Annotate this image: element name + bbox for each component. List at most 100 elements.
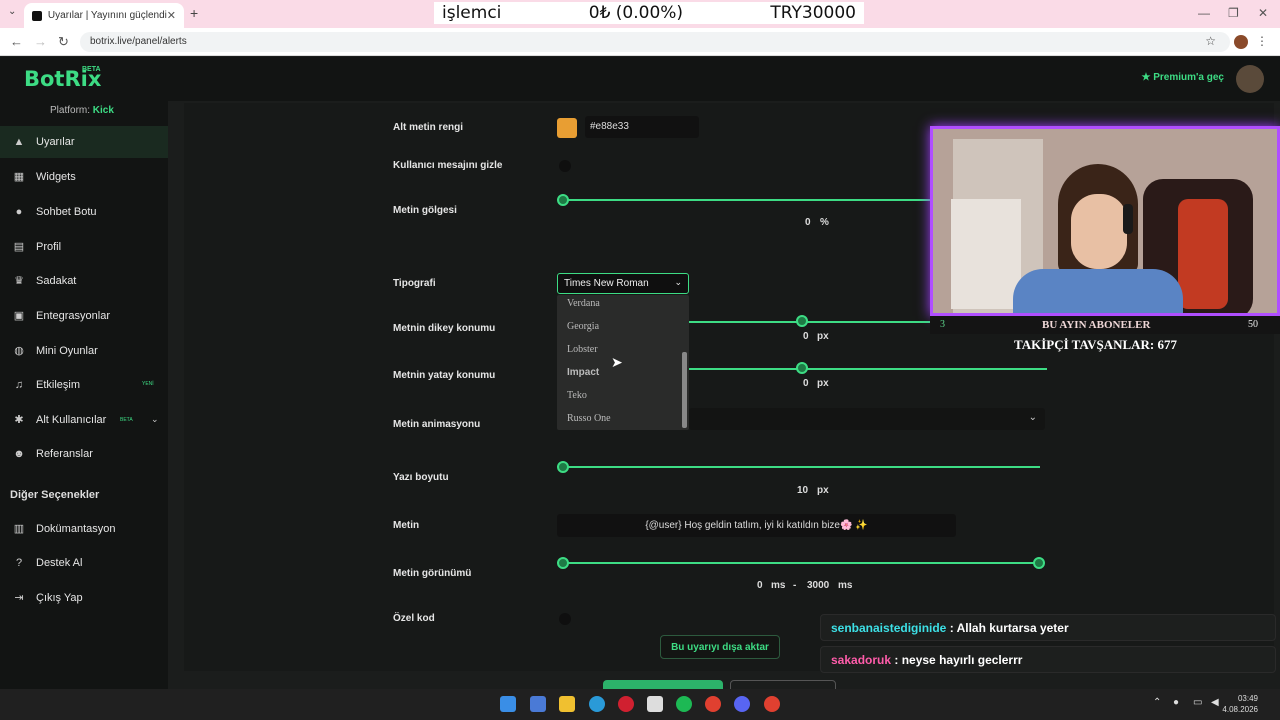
sidebar-item-etkilesim[interactable]: ♫ Etkileşim YENİ: [0, 369, 168, 401]
export-alert-button[interactable]: Bu uyarıyı dışa aktar: [660, 635, 780, 659]
font-size-slider-handle[interactable]: [557, 461, 569, 473]
font-size-slider-track[interactable]: [563, 466, 1040, 468]
sidebar-item-dokumantasyon[interactable]: ▥ Dokümantasyon: [0, 513, 168, 545]
minimize-icon[interactable]: —: [1198, 6, 1210, 20]
integration-icon: ▣: [13, 310, 25, 322]
premium-link[interactable]: ★ Premium'a geç: [1142, 72, 1225, 83]
start-icon[interactable]: [500, 696, 516, 712]
user-avatar[interactable]: [1236, 65, 1264, 93]
streamer-face: [1071, 194, 1127, 269]
tab-title: Uyarılar | Yayınını güçlendirme: [47, 10, 167, 21]
font-option[interactable]: Verdana: [567, 298, 600, 309]
network-icon[interactable]: ▭: [1193, 697, 1202, 708]
animation-select[interactable]: ⌄: [689, 408, 1045, 430]
sidebar-item-alt-kullanicilar[interactable]: ✱ Alt Kullanıcılar BETA ⌄: [0, 404, 168, 436]
sidebar-item-widgets[interactable]: ▦ Widgets: [0, 161, 168, 193]
shadow-slider-handle[interactable]: [557, 194, 569, 206]
platform-label: Platform:: [50, 105, 91, 116]
premium-label: Premium'a geç: [1153, 72, 1224, 83]
text-input[interactable]: {@user} Hoş geldin tatlım, iyi ki katıld…: [557, 514, 956, 537]
browser-tab[interactable]: Uyarılar | Yayınını güçlendirme ✕: [24, 3, 184, 28]
font-option[interactable]: Impact: [567, 367, 599, 378]
dropdown-scrollbar[interactable]: [682, 352, 687, 428]
discord-icon[interactable]: [734, 696, 750, 712]
spotify-icon[interactable]: [676, 696, 692, 712]
appear-to-unit: ms: [838, 580, 853, 591]
favicon-icon: [32, 10, 42, 21]
opera-icon[interactable]: [618, 696, 634, 712]
sidebar-item-uyarilar[interactable]: ▲ Uyarılar: [0, 126, 168, 158]
horizontal-slider-handle[interactable]: [796, 362, 808, 374]
forward-icon[interactable]: →: [34, 34, 47, 49]
sidebar-item-label: Çıkış Yap: [36, 592, 83, 604]
sidebar-item-label: Etkileşim: [36, 379, 81, 391]
appear-slider-start-handle[interactable]: [557, 557, 569, 569]
color-swatch[interactable]: [557, 118, 577, 138]
ticker-overlay: işlemci 0₺ (0.00%) TRY30000: [434, 2, 864, 24]
font-option[interactable]: Lobster: [567, 344, 598, 355]
font-option[interactable]: Georgia: [567, 321, 599, 332]
maximize-icon[interactable]: ❐: [1228, 6, 1239, 20]
reload-icon[interactable]: ↻: [58, 34, 69, 50]
back-icon[interactable]: ←: [10, 34, 23, 49]
address-bar: ← → ↻ botrix.live/panel/alerts ☆ ⋮: [0, 28, 1280, 56]
typography-select[interactable]: Times New Roman ⌄: [557, 273, 689, 294]
font-option[interactable]: Teko: [567, 390, 587, 401]
chevron-down-icon[interactable]: ⌄: [151, 414, 159, 425]
chrome-icon[interactable]: [705, 696, 721, 712]
bookmark-star-icon[interactable]: ☆: [1205, 34, 1216, 48]
chat-text: : neyse hayırlı geclerrr: [894, 653, 1023, 667]
sidebar-item-cikis-yap[interactable]: ⇥ Çıkış Yap: [0, 582, 168, 614]
new-tab-icon[interactable]: +: [190, 5, 198, 21]
subs-title: BU AYIN ABONELER: [1042, 319, 1151, 331]
clock[interactable]: 03:49 4.08.2026: [1222, 693, 1258, 715]
tray-chevron-icon[interactable]: ⌃: [1153, 697, 1161, 708]
close-window-icon[interactable]: ✕: [1258, 6, 1268, 20]
hide-message-label: Kullanıcı mesajını gizle: [393, 160, 503, 171]
vertical-slider-handle[interactable]: [796, 315, 808, 327]
sidebar-item-destek-al[interactable]: ? Destek Al: [0, 547, 168, 579]
appear-to-value: 3000: [807, 580, 830, 591]
sidebar-item-label: Widgets: [36, 171, 76, 183]
custom-code-toggle[interactable]: [559, 613, 571, 625]
sidebar-item-mini-oyunlar[interactable]: ◍ Mini Oyunlar: [0, 335, 168, 367]
sidebar-item-entegrasyonlar[interactable]: ▣ Entegrasyonlar: [0, 300, 168, 332]
sidebar-item-sadakat[interactable]: ♛ Sadakat: [0, 265, 168, 297]
chat-username: senbanaistediginide: [831, 621, 947, 635]
app-topbar: BotRix BETA ★ Premium'a geç: [0, 57, 1280, 101]
widgets-icon[interactable]: [530, 696, 546, 712]
store-icon[interactable]: [647, 696, 663, 712]
typography-label: Tipografi: [393, 278, 436, 289]
horizontal-slider-track[interactable]: [689, 368, 1047, 370]
horizontal-position-label: Metnin yatay konumu: [393, 370, 496, 381]
shadow-slider-track[interactable]: [563, 199, 933, 201]
appear-slider-track[interactable]: [563, 562, 1040, 564]
sidebar-item-label: Profil: [36, 241, 62, 253]
tab-search-icon[interactable]: ⌄: [8, 6, 16, 17]
chat-text: : Allah kurtarsa yeter: [949, 621, 1069, 635]
trophy-icon: ♛: [14, 275, 24, 287]
appear-slider-end-handle[interactable]: [1033, 557, 1045, 569]
sidebar-item-referanslar[interactable]: ☻ Referanslar: [0, 438, 168, 470]
volume-icon[interactable]: ◀: [1211, 697, 1219, 708]
vertical-slider-track[interactable]: [689, 321, 930, 323]
mic-icon[interactable]: ●: [1173, 697, 1179, 708]
horizontal-value: 0: [803, 378, 809, 389]
sidebar-item-label: Alt Kullanıcılar: [36, 414, 107, 426]
logout-icon: ⇥: [14, 592, 24, 604]
profile-avatar[interactable]: [1234, 35, 1248, 49]
color-hex-input[interactable]: #e88e33: [585, 116, 699, 138]
file-explorer-icon[interactable]: [559, 696, 575, 712]
url-field[interactable]: botrix.live/panel/alerts: [80, 32, 1230, 52]
edge-icon[interactable]: [589, 696, 605, 712]
chat-username: sakadoruk: [831, 653, 892, 667]
shadow-unit: %: [820, 217, 829, 228]
chrome-active-icon[interactable]: [764, 696, 780, 712]
menu-icon[interactable]: ⋮: [1256, 34, 1268, 48]
sidebar-item-profil[interactable]: ▤ Profil: [0, 231, 168, 263]
font-option[interactable]: Russo One: [567, 413, 611, 424]
sidebar-item-sohbet-botu[interactable]: ● Sohbet Botu: [0, 196, 168, 228]
close-tab-icon[interactable]: ✕: [167, 9, 176, 22]
hide-message-toggle[interactable]: [559, 160, 571, 172]
webcam-overlay: [930, 126, 1280, 316]
